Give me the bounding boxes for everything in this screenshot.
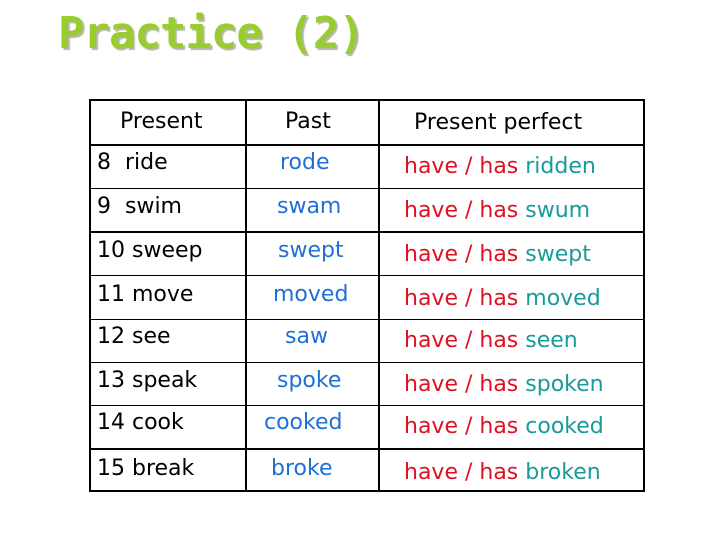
participle-text: moved [525,286,601,311]
header-present-perfect: Present perfect [414,110,583,135]
present-perfect-cell: have / has ridden [404,153,596,181]
participle-text: cooked [525,414,604,439]
participle-text: broken [525,460,601,485]
auxiliary-text: have / has [404,242,519,267]
present-cell: 11 move [97,282,194,307]
past-cell: swam [277,194,342,219]
participle-text: swum [525,198,591,223]
present-perfect-cell: have / has moved [404,285,601,313]
past-cell: moved [273,282,349,307]
present-perfect-cell: have / has seen [404,327,578,355]
row-divider [91,319,643,320]
past-cell: swept [278,238,344,263]
verb-table: Present Past Present perfect 8 ride rode h… [89,99,645,492]
auxiliary-text: have / has [404,286,519,311]
auxiliary-text: have / has [404,154,519,179]
present-cell: 8 ride [97,150,168,175]
row-divider [91,448,643,450]
page-title: Practice (2) [58,8,365,59]
auxiliary-text: have / has [404,414,519,439]
participle-text: spoken [525,372,604,397]
present-cell: 13 speak [97,368,198,393]
present-perfect-cell: have / has broken [404,459,601,487]
row-divider [91,231,643,233]
present-perfect-cell: have / has swum [404,197,590,225]
row-divider [91,362,643,363]
row-divider [91,405,643,406]
present-cell: 9 swim [97,194,182,219]
auxiliary-text: have / has [404,328,519,353]
column-divider [245,101,247,490]
past-cell: broke [271,456,333,481]
auxiliary-text: have / has [404,198,519,223]
participle-text: seen [525,328,578,353]
header-past: Past [285,109,331,134]
past-cell: rode [280,150,330,175]
auxiliary-text: have / has [404,460,519,485]
row-divider [91,188,643,189]
present-cell: 15 break [97,456,195,481]
present-perfect-cell: have / has spoken [404,371,604,399]
present-perfect-cell: have / has swept [404,241,591,269]
past-cell: cooked [264,410,343,435]
header-present: Present [120,109,203,134]
column-divider [378,101,380,490]
past-cell: spoke [277,368,342,393]
row-divider [91,144,643,146]
present-cell: 10 sweep [97,238,203,263]
present-cell: 14 cook [97,410,184,435]
past-cell: saw [285,324,328,349]
present-perfect-cell: have / has cooked [404,413,604,441]
auxiliary-text: have / has [404,372,519,397]
row-divider [91,275,643,276]
participle-text: swept [525,242,591,267]
participle-text: ridden [525,154,596,179]
present-cell: 12 see [97,324,171,349]
